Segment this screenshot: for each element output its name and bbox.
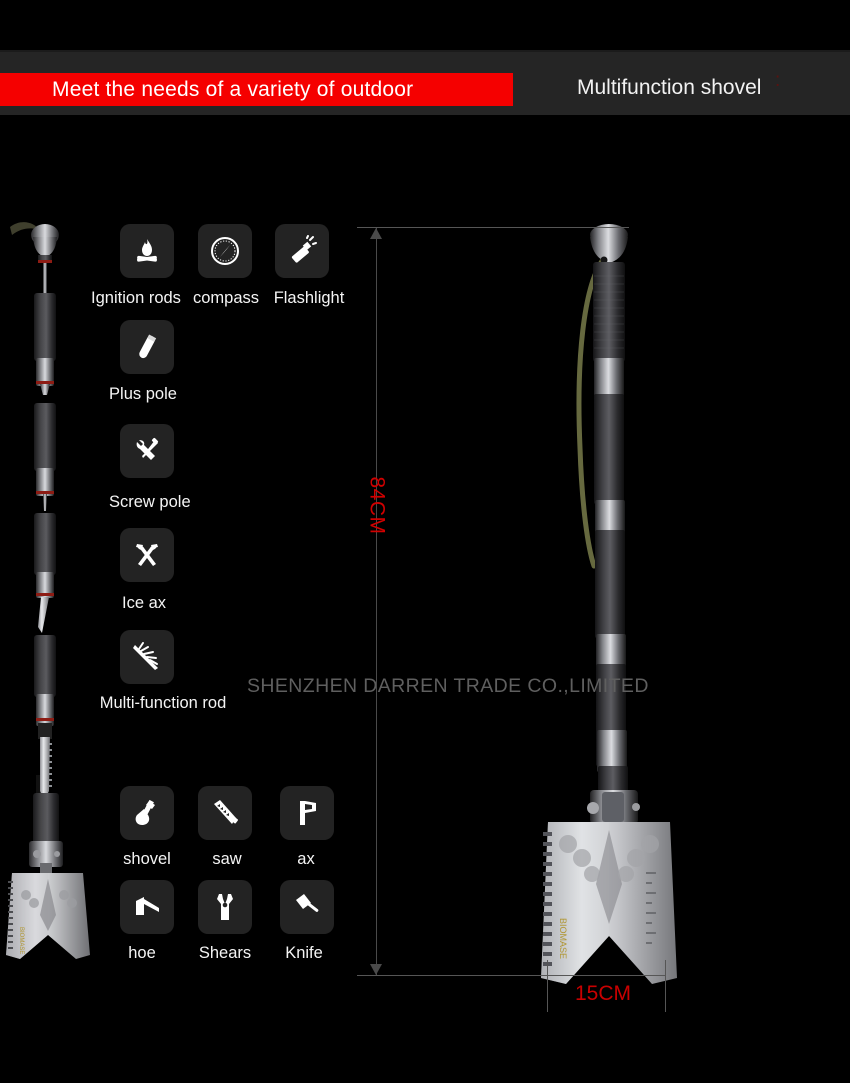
feature-label-compass: compass bbox=[192, 289, 260, 307]
feature-tile-shovel[interactable] bbox=[120, 786, 174, 840]
feature-label-ignition-rods: Ignition rods bbox=[91, 289, 181, 307]
feature-tile-compass[interactable] bbox=[198, 224, 252, 278]
pliers-icon bbox=[217, 894, 233, 920]
feature-tile-multi-function-rod[interactable] bbox=[120, 630, 174, 684]
feature-tile-hoe[interactable] bbox=[120, 880, 174, 934]
page-title: Multifunction shovel bbox=[577, 76, 762, 99]
company-watermark: SHENZHEN DARREN TRADE CO.,LIMITED bbox=[247, 675, 649, 697]
feature-tile-screw-pole[interactable] bbox=[120, 424, 174, 478]
banner-text: Meet the needs of a variety of outdoor bbox=[52, 78, 414, 101]
exploded-shovel-illustration: BIOMASE bbox=[6, 222, 90, 959]
feature-label-flashlight: Flashlight bbox=[273, 289, 345, 307]
compass-icon bbox=[211, 237, 239, 265]
feature-tile-ice-ax[interactable] bbox=[120, 528, 174, 582]
crossed-ice-axes-icon bbox=[136, 544, 158, 566]
feature-tile-shears[interactable] bbox=[198, 880, 252, 934]
flashlight-icon bbox=[291, 235, 317, 263]
saw-icon bbox=[214, 800, 238, 824]
svg-text:BIOMASE: BIOMASE bbox=[558, 918, 568, 959]
feature-label-screw-pole: Screw pole bbox=[109, 493, 191, 511]
assembled-shovel-illustration: BIOMASE bbox=[541, 224, 677, 984]
wrench-screwdriver-icon bbox=[136, 437, 159, 460]
multitool-icon bbox=[133, 642, 158, 670]
feature-label-saw: saw bbox=[212, 850, 242, 868]
infographic-page: Meet the needs of a variety of outdoor M… bbox=[0, 0, 850, 1083]
feature-label-plus-pole: Plus pole bbox=[109, 385, 177, 403]
feature-label-multi-function-rod: Multi-function rod bbox=[99, 694, 227, 712]
feature-tile-flashlight[interactable] bbox=[275, 224, 329, 278]
feature-tile-saw[interactable] bbox=[198, 786, 252, 840]
cleaver-icon bbox=[296, 894, 319, 912]
dimension-vertical-line bbox=[376, 228, 377, 975]
dimension-tick-top bbox=[357, 227, 629, 228]
feature-label-shears: Shears bbox=[198, 944, 252, 962]
campfire-icon bbox=[137, 239, 157, 262]
feature-label-hoe: hoe bbox=[128, 944, 156, 962]
feature-label-ax: ax bbox=[297, 850, 315, 868]
axe-icon bbox=[300, 801, 316, 825]
dimension-height-label: 84CM bbox=[365, 476, 389, 535]
dimension-width-guide-left bbox=[547, 960, 548, 1012]
svg-text:BIOMASE: BIOMASE bbox=[18, 927, 24, 954]
dimension-width-guide-right bbox=[665, 960, 666, 1012]
dimension-width-label: 15CM bbox=[575, 982, 632, 1005]
feature-tile-ax[interactable] bbox=[280, 786, 334, 840]
shovel-icon bbox=[135, 799, 155, 825]
header-divider-mark: : bbox=[775, 70, 781, 91]
rod-icon bbox=[139, 334, 157, 359]
feature-tile-ignition-rods[interactable] bbox=[120, 224, 174, 278]
feature-label-knife: Knife bbox=[285, 944, 323, 962]
hoe-icon bbox=[136, 897, 159, 915]
header-red-banner: Meet the needs of a variety of outdoor bbox=[0, 73, 513, 106]
dimension-arrow-down bbox=[370, 964, 382, 975]
feature-label-ice-ax: Ice ax bbox=[121, 594, 167, 612]
feature-tile-knife[interactable] bbox=[280, 880, 334, 934]
dimension-tick-bottom bbox=[357, 975, 665, 976]
feature-tile-plus-pole[interactable] bbox=[120, 320, 174, 374]
feature-label-shovel: shovel bbox=[123, 850, 171, 868]
